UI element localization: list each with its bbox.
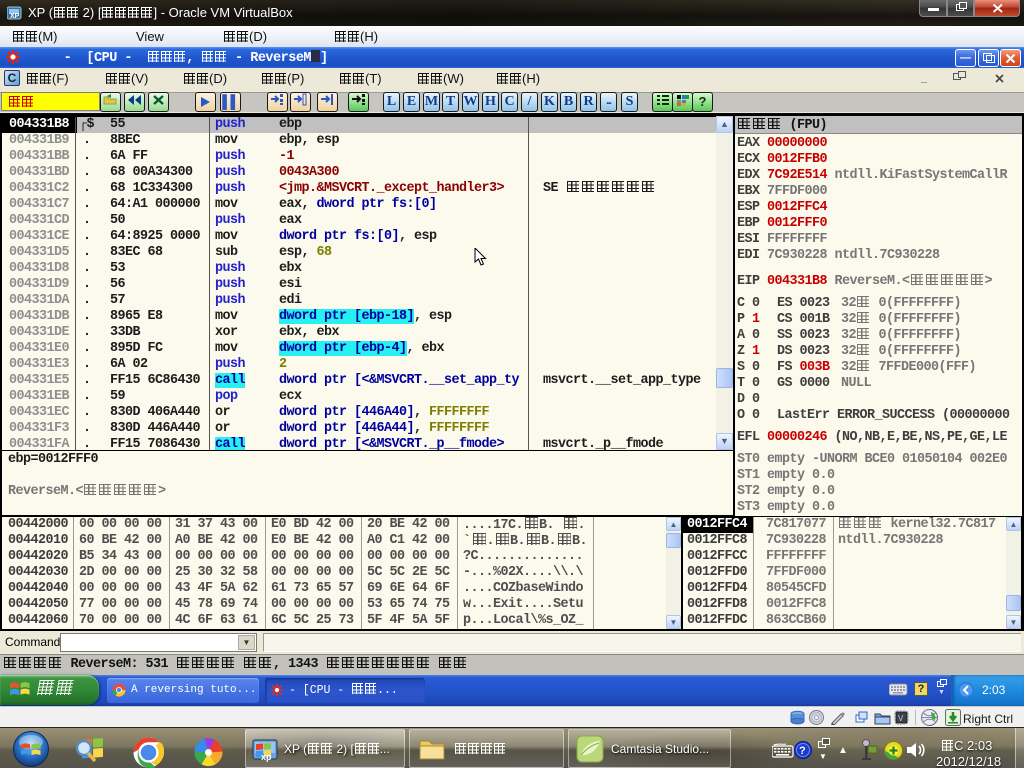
- svg-text:XP: XP: [10, 13, 20, 20]
- svg-text:V: V: [898, 714, 904, 723]
- svg-text:?: ?: [799, 745, 806, 757]
- svg-text:xp: xp: [261, 752, 272, 762]
